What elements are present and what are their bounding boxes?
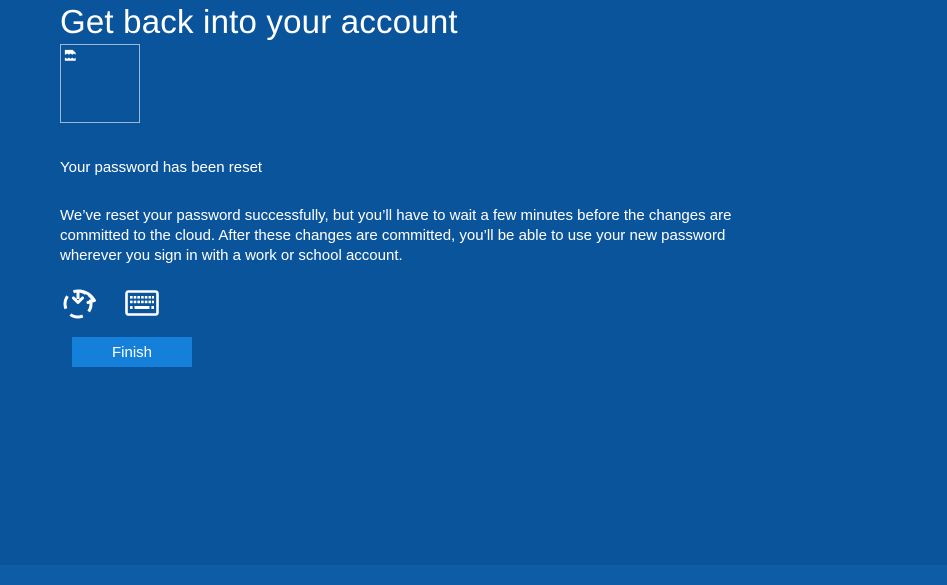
ease-of-access-button[interactable]: [62, 285, 100, 323]
status-text: Your password has been reset: [60, 158, 262, 178]
on-screen-keyboard-button[interactable]: [125, 290, 159, 316]
finish-button[interactable]: Finish: [72, 337, 192, 367]
keyboard-icon: [125, 290, 159, 316]
broken-image-placeholder: [60, 44, 140, 123]
bottom-strip: [0, 565, 947, 585]
body-text: We’ve reset your password successfully, …: [60, 206, 732, 266]
page-title: Get back into your account: [60, 0, 458, 44]
password-reset-page: Get back into your account Your password…: [0, 0, 947, 585]
ease-of-access-icon: [62, 285, 100, 321]
broken-image-icon: [63, 48, 78, 63]
